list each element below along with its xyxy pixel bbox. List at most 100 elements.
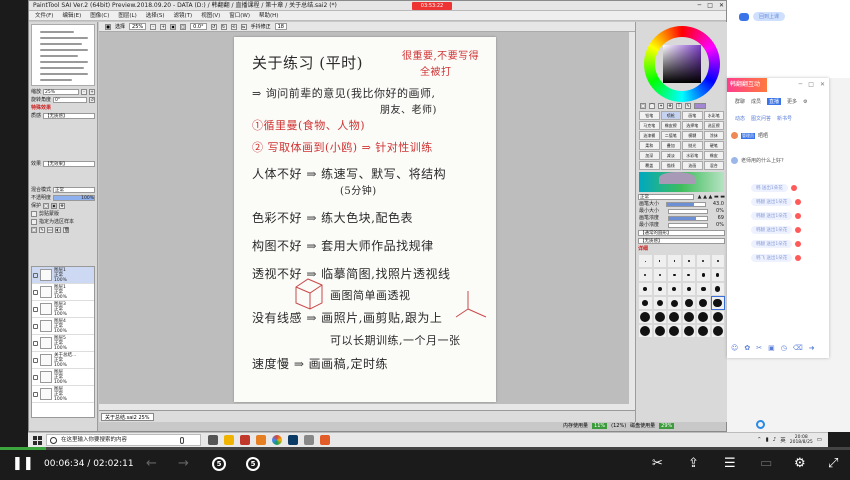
tool-button[interactable]: 油画 xyxy=(682,161,703,170)
tool-button[interactable]: 加深 xyxy=(639,151,660,160)
skip-back-5-icon[interactable]: 5 xyxy=(212,457,226,471)
eyedropper-icon[interactable]: ✎ xyxy=(685,103,691,109)
picture-in-picture-icon[interactable]: ▭ xyxy=(760,456,772,472)
pause-icon[interactable]: ❚❚ xyxy=(12,456,34,472)
layer-item[interactable]: 图层 正常 100% xyxy=(32,369,94,386)
windows-start-icon[interactable] xyxy=(33,436,42,445)
visibility-icon[interactable] xyxy=(33,306,38,312)
visibility-icon[interactable] xyxy=(33,340,38,346)
tool-button[interactable]: 橡皮擦 xyxy=(660,121,681,130)
fullscreen-icon[interactable]: ⤢ xyxy=(828,456,838,472)
zoom-minus-button[interactable]: - xyxy=(81,89,87,95)
sai-app-icon[interactable] xyxy=(304,435,314,445)
delete-layer-icon[interactable]: 🗑 xyxy=(63,227,69,233)
brush-size-preset[interactable] xyxy=(639,255,652,267)
effect-select[interactable]: 【无效果】 xyxy=(43,161,95,167)
tool-button[interactable]: 铅笔 xyxy=(639,111,660,120)
brush-size-preset[interactable] xyxy=(682,297,695,309)
color-mixer[interactable] xyxy=(639,172,724,192)
density-slider[interactable] xyxy=(668,216,709,221)
brush-mode-select[interactable]: 正常 xyxy=(638,194,694,200)
move-icon[interactable]: ✥ xyxy=(667,103,673,109)
tool-button[interactable]: 水彩笔 xyxy=(682,151,703,160)
notifications-icon[interactable]: ▭ xyxy=(817,437,822,443)
brush-size-preset[interactable] xyxy=(668,325,681,337)
drawing-paper[interactable]: 关于练习 (平时) 很重要,不要写得 全被打 ⇒ 询问前辈的意见(我比你好的画师… xyxy=(234,37,496,402)
blend-select[interactable]: 正常 xyxy=(53,187,95,193)
brush-size-preset[interactable] xyxy=(711,269,724,281)
brush-size-preset[interactable] xyxy=(653,283,666,295)
share-icon[interactable]: ⇪ xyxy=(688,456,699,472)
settings-icon[interactable]: ⚙ xyxy=(803,99,807,105)
zoom-fit-button[interactable]: ▣ xyxy=(170,23,177,30)
brush-size-preset[interactable] xyxy=(682,325,695,337)
selection-checkbox[interactable]: ■ xyxy=(105,23,111,30)
menu-edit[interactable]: 编辑(E) xyxy=(62,11,81,20)
flip-button[interactable]: ⇋ xyxy=(240,23,247,30)
subtab-feed[interactable]: 动态 xyxy=(735,115,745,122)
visibility-icon[interactable] xyxy=(33,323,38,329)
tool-button[interactable]: 水彩笔 xyxy=(703,111,724,120)
classroom-app-icon[interactable] xyxy=(320,435,330,445)
layer-item[interactable]: 图层4 正常 100% xyxy=(32,318,94,335)
tool-button[interactable]: 画笔 xyxy=(682,111,703,120)
angle-field[interactable]: 0° xyxy=(53,97,87,103)
brush-size-preset[interactable] xyxy=(682,269,695,281)
rotate-button[interactable]: ↺ xyxy=(89,97,95,103)
layer-item[interactable]: 图层5 正常 100% xyxy=(32,335,94,352)
layer-item[interactable]: 图层 正常 100% xyxy=(32,386,94,403)
tab-group[interactable]: 群聊 xyxy=(735,98,745,105)
menu-select[interactable]: 选择(S) xyxy=(146,11,165,20)
lock-icon[interactable]: ▢ xyxy=(43,203,50,209)
tool-button[interactable]: 选区擦 xyxy=(703,121,724,130)
lock-move-icon[interactable]: ✥ xyxy=(59,203,66,209)
brush-size-preset[interactable] xyxy=(697,325,710,337)
game-app-icon[interactable] xyxy=(240,435,250,445)
microphone-icon[interactable] xyxy=(180,437,184,444)
brush-size-preset[interactable] xyxy=(639,269,652,281)
layer-item[interactable]: 图层1 正常 100% xyxy=(32,284,94,301)
subtab-qa[interactable]: 图文问答 xyxy=(751,115,771,122)
file-explorer-icon[interactable] xyxy=(224,435,234,445)
taskbar-clock[interactable]: 20:08 2018/8/25 xyxy=(790,435,813,446)
scissors-icon[interactable]: ✂ xyxy=(756,344,762,352)
tool-button[interactable]: 描线 xyxy=(660,161,681,170)
tab-members[interactable]: 成员 xyxy=(751,98,761,105)
tab-live[interactable]: 直播 xyxy=(767,98,782,105)
brush-size-preset[interactable] xyxy=(668,283,681,295)
flower-send-icon[interactable]: ✿ xyxy=(744,344,750,352)
tool-button[interactable]: 抛光 xyxy=(682,141,703,150)
new-folder-icon[interactable]: ▭ xyxy=(47,227,53,233)
chat-maximize-icon[interactable]: □ xyxy=(808,81,814,88)
tool-button[interactable]: 柔和 xyxy=(639,141,660,150)
media-app-icon[interactable] xyxy=(256,435,266,445)
brush-texture-select[interactable]: 【无质感】 xyxy=(638,238,725,244)
brush-size-preset[interactable] xyxy=(653,255,666,267)
magic-wand-icon[interactable]: ✦ xyxy=(658,103,664,109)
clip-checkbox[interactable] xyxy=(31,211,37,217)
send-icon[interactable]: ➜ xyxy=(809,344,815,352)
history-icon[interactable]: ◷ xyxy=(781,344,787,352)
image-icon[interactable]: ▣ xyxy=(768,344,775,352)
visibility-icon[interactable] xyxy=(33,272,38,278)
chat-close-icon[interactable]: ✕ xyxy=(820,81,825,88)
select-rect-icon[interactable]: □ xyxy=(640,103,646,109)
rotate-reset-button[interactable]: ⟲ xyxy=(230,23,237,30)
visibility-icon[interactable] xyxy=(33,391,38,397)
progress-track[interactable] xyxy=(0,447,850,450)
tool-button[interactable]: 减淡 xyxy=(660,151,681,160)
menu-help[interactable]: 帮助(H) xyxy=(259,11,278,20)
chrome-icon[interactable] xyxy=(272,435,282,445)
tool-button[interactable]: 选择笔 xyxy=(682,121,703,130)
minimize-icon[interactable]: ─ xyxy=(698,1,702,10)
zoom-field[interactable]: 25% xyxy=(43,89,79,95)
brush-size-preset[interactable] xyxy=(697,297,710,309)
sample-checkbox[interactable] xyxy=(31,219,37,225)
zoom-plus-button[interactable]: + xyxy=(89,89,95,95)
brush-size-preset[interactable] xyxy=(711,325,724,337)
menu-image[interactable]: 图像(C) xyxy=(90,11,109,20)
mask-icon[interactable]: ◐ xyxy=(55,227,61,233)
photoshop-icon[interactable] xyxy=(288,435,298,445)
chat-minimize-icon[interactable]: ─ xyxy=(799,81,803,88)
previous-arrow-icon[interactable]: ← xyxy=(146,456,157,472)
